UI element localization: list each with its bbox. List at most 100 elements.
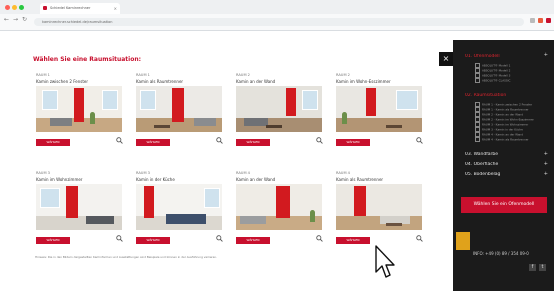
select-room-button[interactable]: WÄHLEN xyxy=(136,237,170,244)
room-card[interactable]: RAUM 4 Kamin als Raumtrenner WÄHLEN xyxy=(333,171,433,249)
select-room-button[interactable]: WÄHLEN xyxy=(36,139,70,146)
sidebar-subitem[interactable]: RAUM 4 - Kamin als Raumtrenner xyxy=(475,137,545,142)
page-title: Wählen Sie eine Raumsituation: xyxy=(33,56,142,63)
room-photo[interactable] xyxy=(336,86,422,132)
room-number: RAUM 4 xyxy=(336,171,350,175)
photo-window xyxy=(40,188,60,208)
photo-window xyxy=(302,90,318,110)
sidebar-section-wandfarbe[interactable]: 03. Wandfarbe xyxy=(465,152,550,157)
room-card[interactable]: RAUM 3 Kamin im Wohnzimmer WÄHLEN xyxy=(33,171,133,249)
address-bar[interactable]: kaminrechner.schiedel.de/raumsituation xyxy=(34,18,524,26)
extension-icon[interactable] xyxy=(530,18,535,23)
photo-table xyxy=(154,125,170,128)
tab-title: Schiedel Kaminrechner xyxy=(50,6,91,10)
select-room-button[interactable]: WÄHLEN xyxy=(336,237,370,244)
room-card[interactable]: RAUM 1 Kamin als Raumtrenner WÄHLEN xyxy=(133,73,233,151)
select-room-button[interactable]: WÄHLEN xyxy=(236,237,270,244)
magnifier-icon[interactable] xyxy=(316,235,323,242)
photo-window xyxy=(42,90,58,110)
choose-model-button[interactable]: Wählen Sie ein Ofenmodell xyxy=(461,197,547,213)
select-room-button[interactable]: WÄHLEN xyxy=(136,139,170,146)
expand-icon[interactable]: + xyxy=(544,52,548,58)
window-close-dot[interactable] xyxy=(5,5,10,10)
forward-icon[interactable]: → xyxy=(13,16,18,23)
facebook-icon[interactable]: f xyxy=(529,264,536,271)
sidebar-section-bodenbelag[interactable]: 05. Bodenbelag xyxy=(465,172,550,177)
config-sidebar: 01. Ofenmodell + ABSOLUT® Modell 1 ABSOL… xyxy=(453,40,554,291)
window-minimize-dot[interactable] xyxy=(12,5,17,10)
magnifier-icon[interactable] xyxy=(116,235,123,242)
expand-icon[interactable]: + xyxy=(544,161,548,167)
photo-sofa xyxy=(194,118,216,126)
photo-fireplace xyxy=(276,186,290,218)
photo-window xyxy=(396,90,418,110)
photo-sofa xyxy=(50,118,72,126)
magnifier-icon[interactable] xyxy=(116,137,123,144)
photo-table xyxy=(386,125,402,128)
magnifier-icon[interactable] xyxy=(216,235,223,242)
back-icon[interactable]: ← xyxy=(4,16,9,23)
room-photo[interactable] xyxy=(136,86,222,132)
photo-fireplace xyxy=(286,88,296,116)
magnifier-icon[interactable] xyxy=(416,235,423,242)
photo-window xyxy=(204,188,220,208)
tab-bar: Schiedel Kaminrechner × xyxy=(0,0,554,14)
sidebar-subitem[interactable]: ABSOLUT® CLASSIC xyxy=(475,78,545,83)
footnote: Hinweis: Die in den Bildern dargestellte… xyxy=(35,255,218,259)
browser-tab[interactable]: Schiedel Kaminrechner × xyxy=(40,3,120,14)
room-card[interactable]: RAUM 2 Kamin im Wohn-Esszimmer WÄHLEN xyxy=(333,73,433,151)
sidebar-section-ofenmodell[interactable]: 01. Ofenmodell xyxy=(465,54,550,59)
sidebar-section-oberflaeche[interactable]: 04. Oberfläche xyxy=(465,162,550,167)
favicon-icon xyxy=(43,6,47,10)
room-card[interactable]: RAUM 1 Kamin zwischen 2 Fenster WÄHLEN xyxy=(33,73,133,151)
photo-wall xyxy=(336,184,422,216)
browser-chrome: Schiedel Kaminrechner × ← → ↻ kaminrechn… xyxy=(0,0,554,31)
photo-floor xyxy=(336,118,422,132)
room-card[interactable]: RAUM 3 Kamin in der Küche WÄHLEN xyxy=(133,171,233,249)
menu-icon[interactable] xyxy=(546,18,551,23)
select-room-button[interactable]: WÄHLEN xyxy=(336,139,370,146)
contact-info: INFO: +49 (0) 89 / 354 09-0 xyxy=(473,251,529,256)
room-number: RAUM 2 xyxy=(336,73,350,77)
magnifier-icon[interactable] xyxy=(216,137,223,144)
room-title: Kamin zwischen 2 Fenster xyxy=(36,79,89,84)
room-card[interactable]: RAUM 4 Kamin an der Wand WÄHLEN xyxy=(233,171,333,249)
magnifier-icon[interactable] xyxy=(316,137,323,144)
sidebar-section-raumsituation[interactable]: 02. Raumsituation xyxy=(465,93,550,98)
close-icon[interactable]: × xyxy=(439,52,453,66)
photo-fireplace xyxy=(354,186,366,216)
room-photo[interactable] xyxy=(36,184,122,230)
room-card[interactable]: RAUM 2 Kamin an der Wand WÄHLEN xyxy=(233,73,333,151)
room-title: Kamin als Raumtrenner xyxy=(336,177,384,182)
room-number: RAUM 1 xyxy=(36,73,50,77)
expand-icon[interactable]: + xyxy=(544,171,548,177)
expand-icon[interactable]: + xyxy=(544,151,548,157)
twitter-icon[interactable]: t xyxy=(539,264,546,271)
arrow-cursor-icon xyxy=(375,245,395,278)
tab-close-icon[interactable]: × xyxy=(114,3,117,14)
room-number: RAUM 1 xyxy=(136,73,150,77)
room-photo[interactable] xyxy=(36,86,122,132)
room-number: RAUM 2 xyxy=(236,73,250,77)
photo-table xyxy=(266,125,282,128)
photo-fireplace xyxy=(144,186,154,218)
room-title: Kamin an der Wand xyxy=(236,177,276,182)
select-room-button[interactable]: WÄHLEN xyxy=(36,237,70,244)
room-title: Kamin im Wohn-Esszimmer xyxy=(336,79,391,84)
magnifier-icon[interactable] xyxy=(416,137,423,144)
photo-window xyxy=(102,90,118,110)
room-photo[interactable] xyxy=(236,184,322,230)
room-photo[interactable] xyxy=(336,184,422,230)
photo-plant xyxy=(342,112,347,124)
room-photo[interactable] xyxy=(236,86,322,132)
window-maximize-dot[interactable] xyxy=(19,5,24,10)
room-number: RAUM 3 xyxy=(136,171,150,175)
room-number: RAUM 4 xyxy=(236,171,250,175)
reload-icon[interactable]: ↻ xyxy=(22,16,27,23)
photo-kitchen-counter xyxy=(166,214,206,224)
photo-fireplace xyxy=(172,88,184,122)
room-photo[interactable] xyxy=(136,184,222,230)
photo-sofa xyxy=(244,118,268,126)
select-room-button[interactable]: WÄHLEN xyxy=(236,139,270,146)
extension-icon[interactable] xyxy=(538,18,543,23)
